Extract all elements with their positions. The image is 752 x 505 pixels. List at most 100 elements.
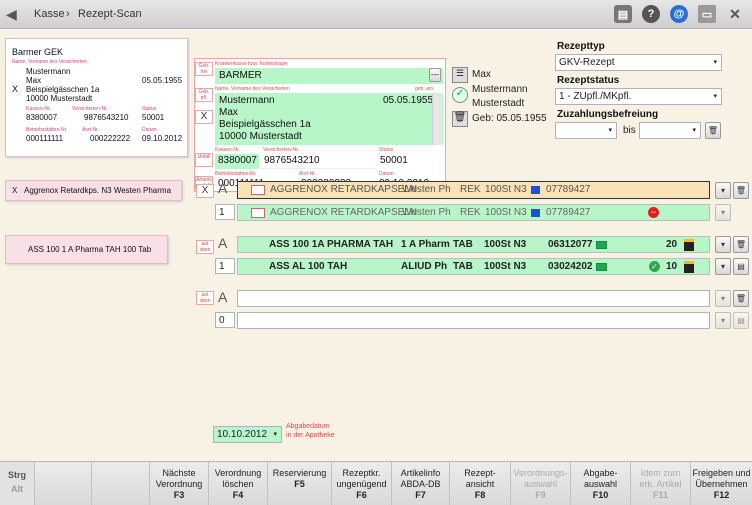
scan-bst-nr: 000111111 — [26, 134, 64, 143]
rx-1-qty-field[interactable]: 1 — [215, 204, 235, 220]
status-value: 50001 — [380, 155, 408, 166]
zuzahlung-label: Zuzahlungsbefreiung — [557, 109, 659, 120]
f11-key: F11 — [652, 490, 668, 500]
kk-lookup-button[interactable]: — — [429, 68, 441, 82]
f10-dispense-selection-button[interactable]: Abgabe-auswahl F10 — [570, 462, 630, 505]
f7-article-info-button[interactable]: Artikelinfo ABDA-DB F7 — [391, 462, 449, 505]
rx-2-alt-info-button[interactable]: ▤ — [733, 258, 749, 275]
rx-1-cross-tag[interactable]: X — [196, 184, 214, 198]
rx-1-alt-dropdown-button[interactable]: ▾ — [715, 204, 731, 221]
rx-1-qty: 1 — [219, 207, 225, 218]
rezepttyp-value: GKV-Rezept — [559, 57, 615, 68]
rx-2-tag[interactable]: aut idem — [196, 240, 214, 254]
f5-line1: Reservierung — [272, 468, 327, 478]
rx-3-dropdown-button[interactable]: ▾ — [715, 290, 731, 307]
patient-check-icon[interactable]: ✓ — [452, 87, 468, 103]
rx-1-delete-button[interactable]: 🗑 — [733, 182, 749, 199]
rx-2-dropdown-button[interactable]: ▾ — [715, 236, 731, 253]
rx-2-article: ASS 100 1A PHARMA TAH — [269, 239, 394, 250]
scan-arzt-nr: 000222222 — [90, 134, 131, 143]
rx-3-main-field[interactable] — [237, 290, 710, 307]
address-field[interactable]: Mustermann Max Beispielgässchen 1a 10000… — [215, 93, 443, 145]
rx-2-alt-row[interactable]: ASS AL 100 TAH ALIUD Ph TAB 100St N3 030… — [237, 258, 710, 275]
patient-form: Geb. frei Geb. pfl. X Unfall Arbeits unf… — [194, 58, 446, 192]
f11-idem-button[interactable]: Idem zum erk. Artikel F11 — [630, 462, 690, 505]
f5-reservation-button[interactable]: Reservierung F5 — [267, 462, 331, 505]
back-icon[interactable]: ◀ — [6, 6, 17, 23]
rx-1-alt-pack: 100St N3 — [485, 207, 527, 218]
rx-1-box-icon — [251, 185, 265, 195]
f4-delete-prescription-button[interactable]: Verordnung löschen F4 — [208, 462, 267, 505]
patient-last: Mustermann — [472, 84, 528, 95]
f6-rezeptkritik-button[interactable]: Rezeptkr. ungenügend F6 — [331, 462, 391, 505]
rx-2-alt-pack: 100St N3 — [484, 261, 527, 272]
abgabedatum-label-2: in der Apotheke — [286, 432, 335, 439]
f7-line1: Artikelinfo — [400, 468, 441, 478]
rezeptstatus-select[interactable]: 1 - ZUpfl./MKpfl. ▾ — [555, 88, 722, 105]
patient-delete-icon[interactable]: 🗑 — [452, 111, 468, 127]
rezeptstatus-dropdown-icon[interactable]: ▾ — [713, 92, 717, 100]
f9-prescription-selection-button[interactable]: Verordnungs-auswahl F9 — [510, 462, 570, 505]
patient-card-icon[interactable]: ☰ — [452, 67, 468, 83]
at-icon[interactable]: @ — [670, 5, 688, 23]
address-scrollbar[interactable] — [432, 93, 442, 145]
help-icon[interactable]: ? — [642, 5, 660, 23]
zuzahlung-to-dropdown-icon[interactable]: ▾ — [692, 126, 696, 134]
f8-prescription-view-button[interactable]: Rezept-ansicht F8 — [449, 462, 510, 505]
f5-key: F5 — [294, 479, 305, 489]
rx-2-main-row[interactable]: ASS 100 1A PHARMA TAH 1 A Pharm TAB 100S… — [237, 236, 710, 253]
rezepttyp-label: Rezepttyp — [557, 41, 605, 52]
minimize-icon[interactable]: ▭ — [698, 5, 716, 23]
close-icon[interactable]: ✕ — [726, 5, 744, 23]
rx-1-alt-pzn: 07789427 — [546, 207, 591, 218]
rx-2-delete-button[interactable]: 🗑 — [733, 236, 749, 253]
rx-1-alt-darr: REK — [460, 207, 481, 218]
rx-1-main-row[interactable]: AGGRENOX RETARDKAPSELN Westen Ph REK 100… — [237, 181, 710, 199]
rx-2-drawer-icon — [684, 239, 694, 251]
vers-label: Versicherten-Nr. — [263, 147, 299, 153]
rx-3-a-marker: A — [218, 289, 228, 305]
rx-3-alt-dropdown-button[interactable]: ▾ — [715, 312, 731, 329]
rx-1-alt-row[interactable]: AGGRENOX RETARDKAPSELN Westen Ph REK 100… — [237, 204, 710, 221]
tag-cross[interactable]: X — [195, 110, 213, 124]
scan-vers-nr: 9876543210 — [84, 113, 129, 122]
vers-nr-field[interactable]: 9876543210 — [261, 154, 375, 169]
breadcrumb-separator: › — [66, 8, 70, 20]
abgabedatum-dropdown-icon[interactable]: ▾ — [273, 430, 277, 438]
abgabedatum-select[interactable]: 10.10.2012 ▾ — [213, 426, 282, 443]
rx-1-alt-flag-icon — [531, 209, 540, 217]
tag-geb-frei[interactable]: Geb. frei — [195, 62, 213, 76]
zuzahlung-delete-button[interactable]: 🗑 — [705, 122, 721, 139]
zuzahlung-from-select[interactable]: ▾ — [555, 122, 617, 139]
f4-line1: Verordnung — [214, 468, 262, 478]
rx-3-alt-field[interactable] — [237, 312, 710, 329]
dob-label: geb. am — [415, 86, 434, 92]
rx-3-alt-info-button[interactable]: ▤ — [733, 312, 749, 329]
kassen-nr-field[interactable]: 8380007 — [215, 154, 259, 169]
rx-2-qty-field[interactable]: 1 — [215, 258, 235, 274]
zuzahlung-to-select[interactable]: ▾ — [639, 122, 701, 139]
rx-3-tag[interactable]: aut idem — [196, 291, 214, 305]
rx-3-delete-button[interactable]: 🗑 — [733, 290, 749, 307]
f12-release-accept-button[interactable]: Freigeben und Übernehmen F12 — [690, 462, 752, 505]
tag-unfall[interactable]: Unfall — [195, 153, 213, 167]
rx-3-qty-field[interactable]: 0 — [215, 312, 235, 328]
rx-2-alt-hersteller: ALIUD Ph — [401, 261, 448, 272]
kk-field[interactable]: BARMER — — [215, 68, 443, 84]
tag-geb-pfl[interactable]: Geb. pfl. — [195, 88, 213, 102]
zuzahlung-from-dropdown-icon[interactable]: ▾ — [608, 126, 612, 134]
rezepttyp-dropdown-icon[interactable]: ▾ — [713, 58, 717, 66]
rezeptstatus-label: Rezeptstatus — [557, 75, 620, 86]
breadcrumb-home[interactable]: Kasse — [34, 8, 65, 20]
status-field[interactable]: 50001 — [377, 154, 443, 169]
printer-icon[interactable]: ▤ — [614, 5, 632, 23]
scan-dob: 05.05.1955 — [142, 76, 183, 85]
rx-1-a-marker: A — [218, 180, 228, 196]
f3-next-prescription-button[interactable]: Nächste Verordnung F3 — [149, 462, 208, 505]
rx-2-alt-article: ASS AL 100 TAH — [269, 261, 348, 272]
rx-2-alt-dropdown-button[interactable]: ▾ — [715, 258, 731, 275]
rezepttyp-select[interactable]: GKV-Rezept ▾ — [555, 54, 722, 71]
scan-status: 50001 — [142, 113, 165, 122]
abgabedatum-value: 10.10.2012 — [217, 429, 268, 440]
rx-1-dropdown-button[interactable]: ▾ — [715, 182, 731, 199]
